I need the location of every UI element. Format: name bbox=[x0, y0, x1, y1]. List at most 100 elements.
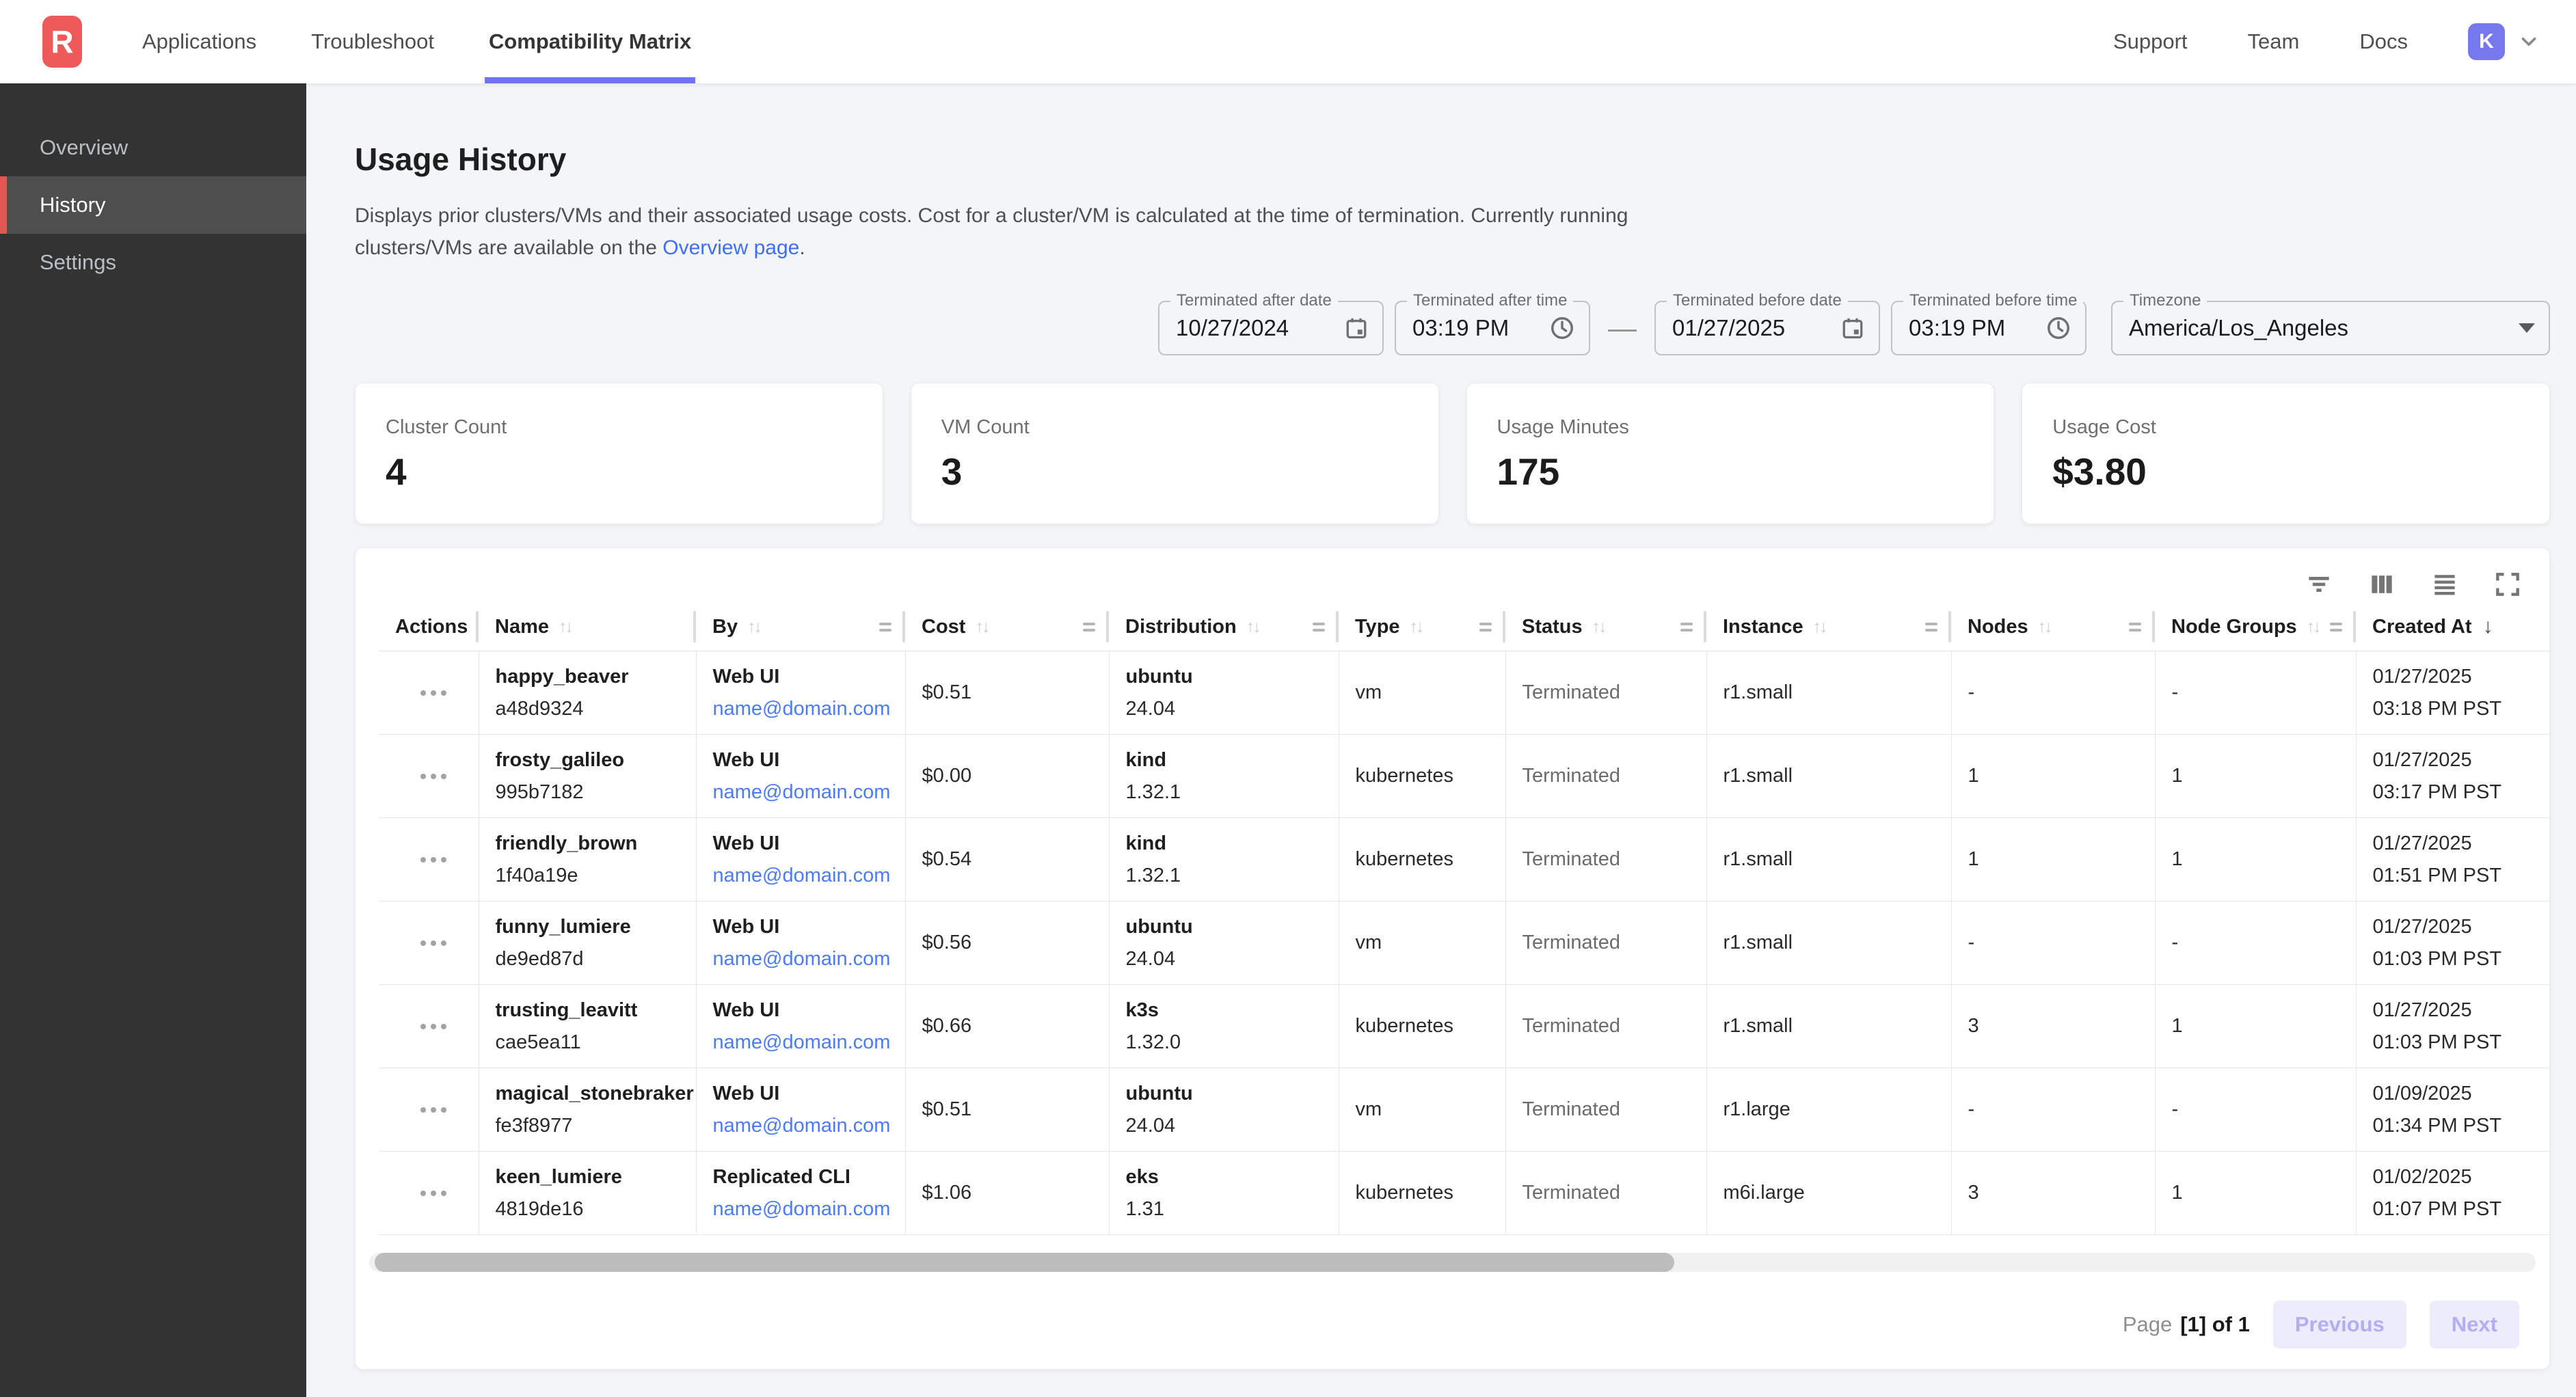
page-description-text: Displays prior clusters/VMs and their as… bbox=[355, 204, 1628, 259]
sidebar-item-settings[interactable]: Settings bbox=[0, 234, 306, 291]
column-header-nodes[interactable]: Nodes↑↓ bbox=[1951, 603, 2155, 651]
sort-icon[interactable]: ↑↓ bbox=[747, 617, 760, 637]
created-by-email[interactable]: name@domain.com bbox=[713, 1031, 898, 1054]
terminated-before-time-value[interactable]: 03:19 PM bbox=[1909, 315, 2045, 341]
table-row: trusting_leavittcae5ea11 Web UIname@doma… bbox=[379, 985, 2551, 1068]
fullscreen-icon[interactable] bbox=[2492, 569, 2523, 600]
nav-link-docs[interactable]: Docs bbox=[2359, 29, 2408, 54]
created-by-email[interactable]: name@domain.com bbox=[713, 698, 898, 720]
node-groups-cell: 1 bbox=[2155, 1152, 2356, 1235]
column-menu-icon[interactable] bbox=[2129, 623, 2141, 632]
next-page-button[interactable]: Next bbox=[2430, 1301, 2519, 1348]
created-time: 01:03 PM PST bbox=[2373, 948, 2545, 971]
cluster-name: trusting_leavitt bbox=[496, 999, 689, 1022]
distribution-name: kind bbox=[1126, 749, 1332, 772]
sidebar-item-overview[interactable]: Overview bbox=[0, 119, 306, 176]
column-header-type[interactable]: Type↑↓ bbox=[1339, 603, 1505, 651]
terminated-after-date-field[interactable]: Terminated after date 10/27/2024 bbox=[1158, 301, 1384, 355]
sort-icon[interactable]: ↑↓ bbox=[1592, 617, 1605, 637]
stat-card-usage-minutes: Usage Minutes 175 bbox=[1466, 383, 1995, 524]
density-icon[interactable] bbox=[2429, 569, 2460, 600]
terminated-before-time-field[interactable]: Terminated before time 03:19 PM bbox=[1891, 301, 2087, 355]
column-menu-icon[interactable] bbox=[879, 623, 891, 632]
column-menu-icon[interactable] bbox=[1313, 623, 1325, 632]
column-menu-icon[interactable] bbox=[1680, 623, 1693, 632]
row-actions-menu[interactable] bbox=[395, 690, 472, 696]
column-header-instance[interactable]: Instance↑↓ bbox=[1706, 603, 1951, 651]
sort-icon[interactable]: ↑↓ bbox=[559, 617, 572, 637]
tab-applications[interactable]: Applications bbox=[142, 0, 256, 83]
timezone-select[interactable]: Timezone America/Los_Angeles bbox=[2111, 301, 2550, 355]
terminated-after-time-value[interactable]: 03:19 PM bbox=[1412, 315, 1549, 341]
previous-page-button[interactable]: Previous bbox=[2273, 1301, 2406, 1348]
created-by-email[interactable]: name@domain.com bbox=[713, 1198, 898, 1221]
column-menu-icon[interactable] bbox=[1479, 623, 1492, 632]
clock-icon[interactable] bbox=[1549, 315, 1575, 341]
row-actions-menu[interactable] bbox=[395, 940, 472, 946]
created-by-email[interactable]: name@domain.com bbox=[713, 948, 898, 971]
row-actions-menu[interactable] bbox=[395, 774, 472, 779]
sort-icon[interactable]: ↑↓ bbox=[2038, 617, 2051, 637]
column-header-status[interactable]: Status↑↓ bbox=[1505, 603, 1706, 651]
chevron-down-icon[interactable] bbox=[2517, 30, 2540, 53]
clock-icon[interactable] bbox=[2045, 315, 2071, 341]
columns-icon[interactable] bbox=[2366, 569, 2398, 600]
filter-bar: Terminated after date 10/27/2024 Termina… bbox=[355, 301, 2550, 355]
tab-troubleshoot[interactable]: Troubleshoot bbox=[311, 0, 434, 83]
date-range-separator: — bbox=[1608, 312, 1637, 344]
tab-compatibility-matrix-label: Compatibility Matrix bbox=[489, 29, 691, 54]
sort-icon[interactable]: ↑↓ bbox=[1246, 617, 1259, 637]
tab-compatibility-matrix[interactable]: Compatibility Matrix bbox=[489, 0, 691, 83]
column-label: Node Groups bbox=[2171, 616, 2297, 638]
page-title: Usage History bbox=[355, 141, 2550, 178]
nav-link-support[interactable]: Support bbox=[2113, 29, 2188, 54]
timezone-label: Timezone bbox=[2123, 291, 2207, 310]
column-menu-icon[interactable] bbox=[1925, 623, 1937, 632]
sort-icon[interactable]: ↑↓ bbox=[1410, 617, 1423, 637]
column-label: Actions bbox=[395, 616, 468, 638]
nav-link-team[interactable]: Team bbox=[2248, 29, 2300, 54]
cost-cell: $0.54 bbox=[905, 818, 1109, 901]
sort-icon[interactable]: ↑↓ bbox=[2307, 617, 2320, 637]
terminated-after-time-field[interactable]: Terminated after time 03:19 PM bbox=[1395, 301, 1590, 355]
sort-icon[interactable]: ↑↓ bbox=[975, 617, 988, 637]
replicated-logo[interactable]: R bbox=[42, 16, 82, 68]
distribution-name: k3s bbox=[1126, 999, 1332, 1022]
column-header-created-at[interactable]: Created At↓ bbox=[2356, 603, 2551, 651]
row-actions-menu[interactable] bbox=[395, 1107, 472, 1113]
pagination: Page [1] of 1 Previous Next bbox=[355, 1301, 2549, 1348]
column-header-cost[interactable]: Cost↑↓ bbox=[905, 603, 1109, 651]
timezone-value[interactable]: America/Los_Angeles bbox=[2129, 315, 2510, 341]
created-by-email[interactable]: name@domain.com bbox=[713, 865, 898, 887]
sort-descending-icon[interactable]: ↓ bbox=[2483, 615, 2493, 638]
filter-icon[interactable] bbox=[2303, 569, 2335, 600]
column-menu-icon[interactable] bbox=[1083, 623, 1095, 632]
column-header-node-groups[interactable]: Node Groups ↑↓ bbox=[2155, 603, 2356, 651]
row-actions-menu[interactable] bbox=[395, 1024, 472, 1029]
stat-label: Usage Cost bbox=[2052, 416, 2519, 439]
terminated-before-date-field[interactable]: Terminated before date 01/27/2025 bbox=[1654, 301, 1880, 355]
column-header-distribution[interactable]: Distribution↑↓ bbox=[1109, 603, 1339, 651]
terminated-before-date-value[interactable]: 01/27/2025 bbox=[1672, 315, 1840, 341]
calendar-icon[interactable] bbox=[1344, 315, 1369, 341]
row-actions-menu[interactable] bbox=[395, 857, 472, 863]
sort-icon[interactable]: ↑↓ bbox=[1813, 617, 1826, 637]
node-groups-cell: - bbox=[2155, 651, 2356, 735]
created-time: 01:03 PM PST bbox=[2373, 1031, 2545, 1054]
terminated-after-date-value[interactable]: 10/27/2024 bbox=[1176, 315, 1344, 341]
account-menu[interactable]: K bbox=[2468, 23, 2540, 60]
sidebar-item-history[interactable]: History bbox=[0, 176, 306, 234]
column-header-name[interactable]: Name↑↓ bbox=[479, 603, 696, 651]
column-menu-icon[interactable] bbox=[2330, 623, 2342, 632]
created-by-email[interactable]: name@domain.com bbox=[713, 1115, 898, 1137]
table-row: friendly_brown1f40a19e Web UIname@domain… bbox=[379, 818, 2551, 901]
created-time: 01:07 PM PST bbox=[2373, 1198, 2545, 1221]
horizontal-scrollbar-thumb[interactable] bbox=[375, 1253, 1674, 1272]
avatar[interactable]: K bbox=[2468, 23, 2505, 60]
column-header-by[interactable]: By↑↓ bbox=[696, 603, 905, 651]
row-actions-menu[interactable] bbox=[395, 1191, 472, 1196]
column-separator bbox=[1948, 611, 1951, 642]
created-by-email[interactable]: name@domain.com bbox=[713, 781, 898, 804]
calendar-icon[interactable] bbox=[1840, 315, 1865, 341]
overview-page-link[interactable]: Overview page bbox=[662, 236, 799, 259]
